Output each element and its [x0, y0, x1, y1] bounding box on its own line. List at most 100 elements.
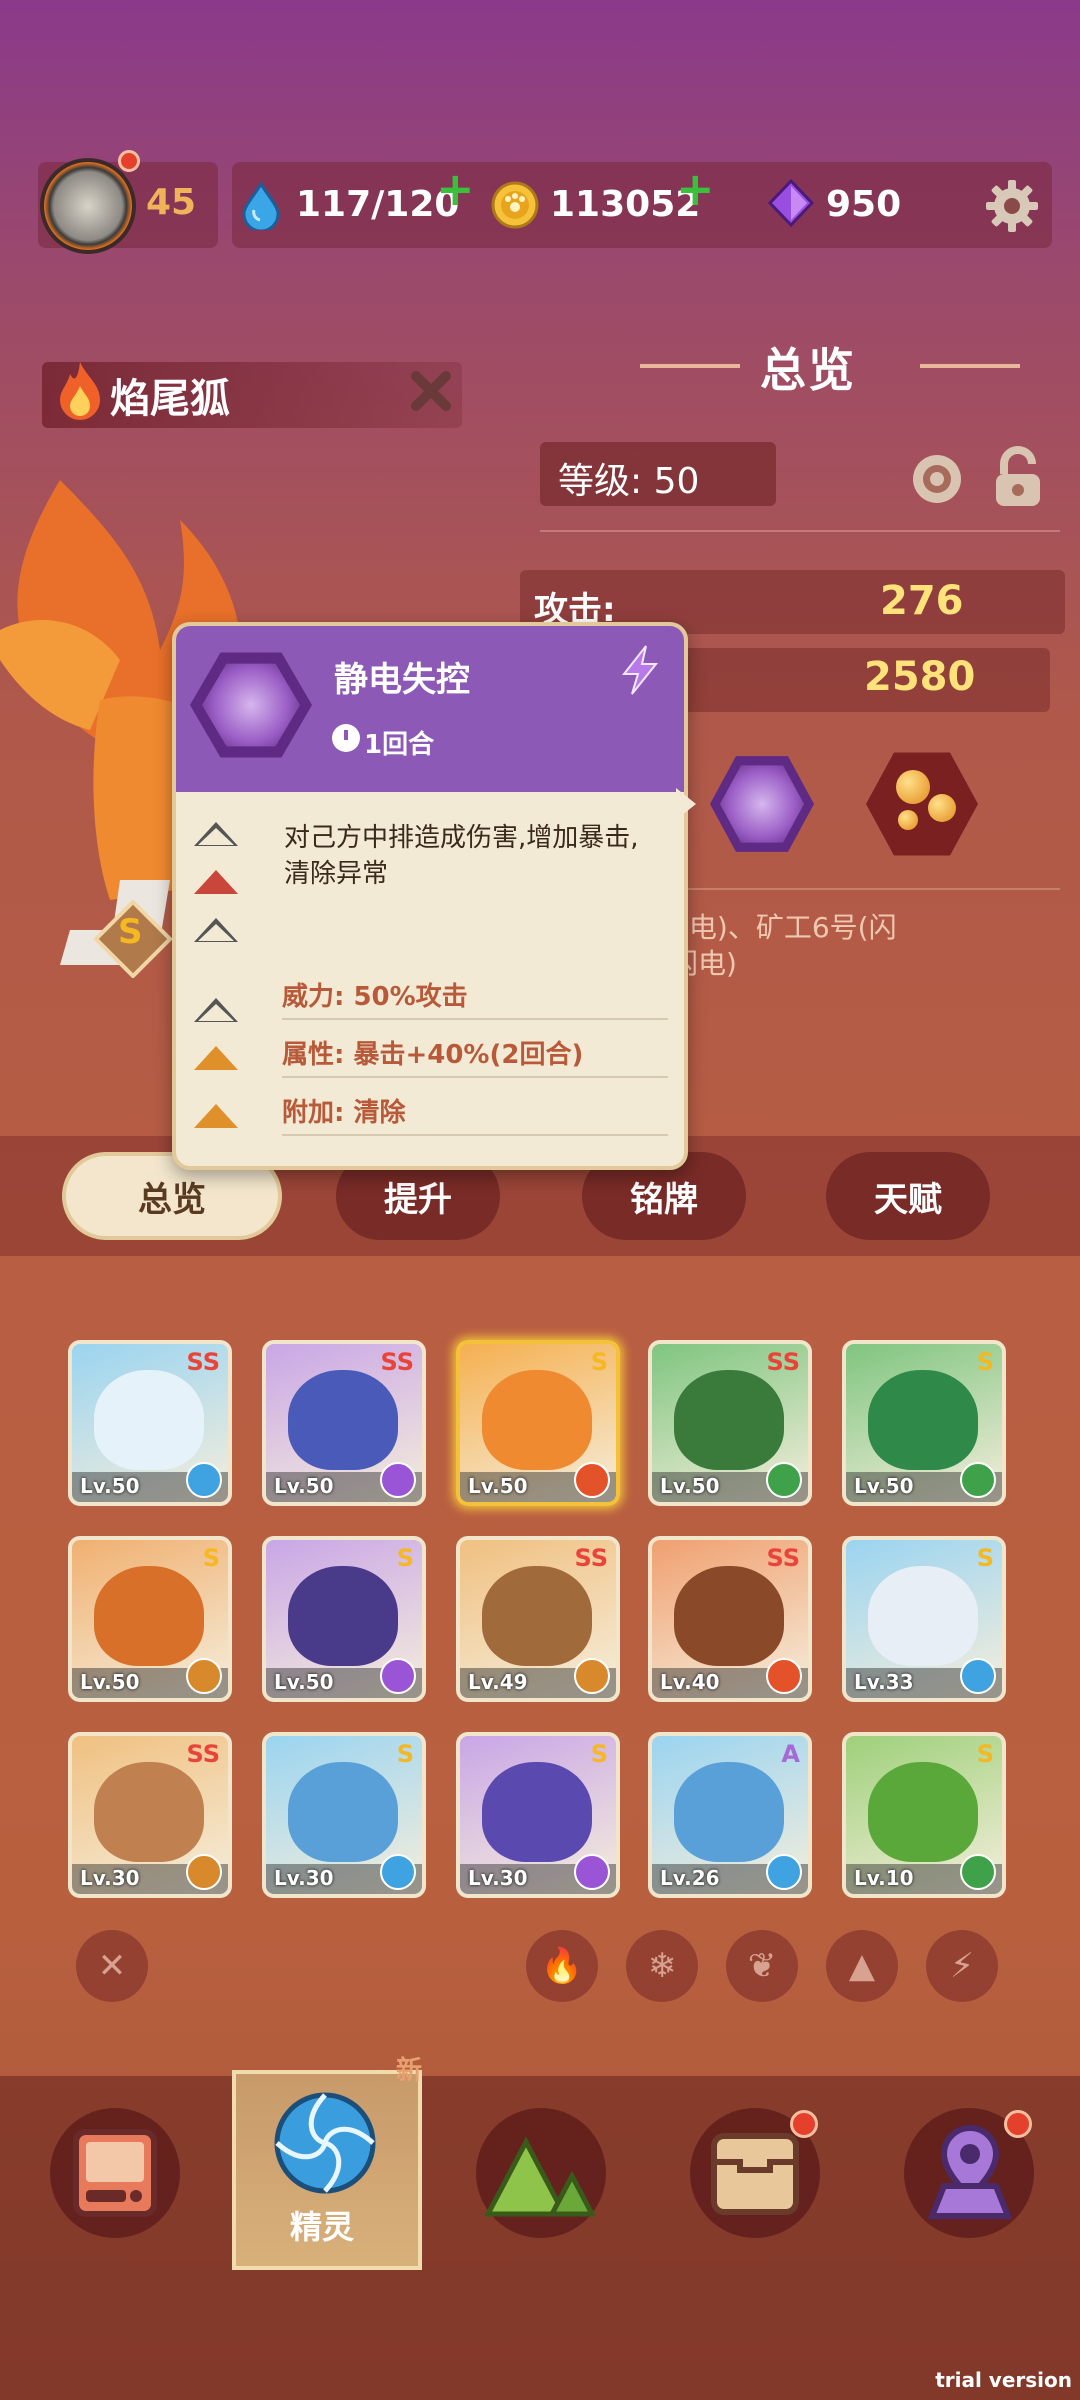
- title-ornament-right: [920, 364, 1020, 368]
- lightning-filter-icon[interactable]: ⚡: [926, 1930, 998, 2002]
- creature-card[interactable]: S Lv.10: [842, 1732, 1006, 1898]
- rarity-badge: SS: [186, 1348, 221, 1376]
- earth-element-icon: [186, 1658, 222, 1694]
- grass-element-icon: [960, 1462, 996, 1498]
- position-marker-fill: [198, 924, 234, 941]
- creature-level: Lv.50: [660, 1474, 720, 1498]
- creature-card[interactable]: SS Lv.40: [648, 1536, 812, 1702]
- creature-level: Lv.50: [854, 1474, 914, 1498]
- rarity-badge: S: [590, 1740, 608, 1768]
- grass-element-icon: [766, 1462, 802, 1498]
- position-marker-icon: [194, 1104, 238, 1128]
- creature-level: Lv.30: [468, 1866, 528, 1890]
- lightning-element-icon: [380, 1658, 416, 1694]
- creature-card[interactable]: SS Lv.30: [68, 1732, 232, 1898]
- tooltip-divider: [282, 1018, 668, 1020]
- close-icon[interactable]: [408, 368, 454, 414]
- gem-icon: [767, 178, 815, 228]
- console-icon: [73, 2129, 157, 2217]
- notification-dot: [1004, 2110, 1032, 2138]
- rarity-badge: A: [781, 1740, 800, 1768]
- overview-title: 总览: [760, 343, 856, 397]
- grass-filter-icon[interactable]: ❦: [726, 1930, 798, 2002]
- tooltip-divider: [282, 1134, 668, 1136]
- tooltip-pointer: [676, 788, 696, 820]
- fire-element-icon: [60, 362, 100, 420]
- trial-watermark: trial version: [935, 2368, 1072, 2392]
- creature-card[interactable]: SS Lv.50: [262, 1340, 426, 1506]
- fire-element-icon: [574, 1462, 610, 1498]
- creature-level: Lv.30: [80, 1866, 140, 1890]
- attack-value: 276: [880, 578, 964, 624]
- skill-title: 静电失控: [334, 660, 470, 700]
- divider: [540, 530, 1060, 532]
- creature-portrait: [674, 1566, 784, 1666]
- rarity-badge: S: [976, 1348, 994, 1376]
- nav-creatures-label: 精灵: [290, 2208, 355, 2246]
- creature-grade: S: [118, 912, 143, 952]
- fire-element-icon: [766, 1658, 802, 1694]
- creature-portrait: [674, 1762, 784, 1862]
- ring-icon[interactable]: [908, 450, 966, 508]
- settings-gear-icon[interactable]: [982, 176, 1042, 236]
- divider: [640, 888, 1060, 890]
- ice-filter-icon[interactable]: ❄: [626, 1930, 698, 2002]
- creature-card[interactable]: S Lv.50: [68, 1536, 232, 1702]
- rarity-badge: S: [976, 1740, 994, 1768]
- player-avatar[interactable]: [40, 158, 136, 254]
- creature-level: Lv.50: [468, 1474, 528, 1498]
- position-marker-icon: [194, 1046, 238, 1070]
- creature-portrait: [482, 1566, 592, 1666]
- skill-duration: 1回合: [364, 730, 435, 760]
- creature-portrait: [868, 1762, 978, 1862]
- position-marker-icon: [194, 870, 238, 894]
- tooltip-divider: [282, 1076, 668, 1078]
- add-energy-button[interactable]: +: [436, 166, 475, 212]
- creature-card[interactable]: S Lv.30: [456, 1732, 620, 1898]
- clock-icon: [332, 724, 360, 752]
- rarity-badge: S: [976, 1544, 994, 1572]
- creature-level: Lv.49: [468, 1670, 528, 1694]
- creature-card[interactable]: S Lv.30: [262, 1732, 426, 1898]
- ice-element-icon: [766, 1854, 802, 1890]
- new-badge: 新: [396, 2056, 423, 2086]
- rarity-badge: S: [396, 1740, 414, 1768]
- energy-counter: 117/120: [296, 184, 460, 225]
- creature-card[interactable]: S Lv.50: [262, 1536, 426, 1702]
- water-drop-icon: [242, 181, 280, 230]
- rarity-badge: SS: [380, 1348, 415, 1376]
- rarity-badge: S: [202, 1544, 220, 1572]
- creature-portrait: [482, 1370, 592, 1470]
- creature-level: Lv.50: [274, 1474, 334, 1498]
- earth-filter-icon[interactable]: ▲: [826, 1930, 898, 2002]
- creature-card[interactable]: S Lv.50: [842, 1340, 1006, 1506]
- creature-card[interactable]: S Lv.50: [456, 1340, 620, 1506]
- clear-filter-button[interactable]: ✕: [76, 1930, 148, 2002]
- skill-attribute: 属性: 暴击+40%(2回合): [282, 1040, 584, 1070]
- add-gold-button[interactable]: +: [676, 166, 715, 212]
- skill-slot-bubble-icon[interactable]: [866, 752, 978, 856]
- creature-card[interactable]: A Lv.26: [648, 1732, 812, 1898]
- mountain-icon: [484, 2136, 597, 2217]
- lightning-element-icon: [574, 1854, 610, 1890]
- creatures-orb-icon: [274, 2092, 376, 2194]
- creature-portrait: [674, 1370, 784, 1470]
- creature-card[interactable]: SS Lv.50: [68, 1340, 232, 1506]
- ice-element-icon: [380, 1854, 416, 1890]
- player-level: 45: [146, 182, 197, 223]
- creature-level: Lv.40: [660, 1670, 720, 1694]
- bubble-orb: [896, 770, 930, 804]
- creature-card[interactable]: SS Lv.49: [456, 1536, 620, 1702]
- position-marker-fill: [198, 1004, 234, 1021]
- tab-talent[interactable]: 天赋: [826, 1152, 990, 1240]
- lock-icon[interactable]: [990, 446, 1046, 510]
- creature-card[interactable]: SS Lv.50: [648, 1340, 812, 1506]
- rarity-badge: SS: [766, 1544, 801, 1572]
- rarity-badge: SS: [574, 1544, 609, 1572]
- creature-card[interactable]: S Lv.33: [842, 1536, 1006, 1702]
- hp-value: 2580: [864, 654, 976, 700]
- creature-level: Lv.10: [854, 1866, 914, 1890]
- bubble-orb: [928, 794, 956, 822]
- fire-filter-icon[interactable]: 🔥: [526, 1930, 598, 2002]
- earth-element-icon: [186, 1854, 222, 1890]
